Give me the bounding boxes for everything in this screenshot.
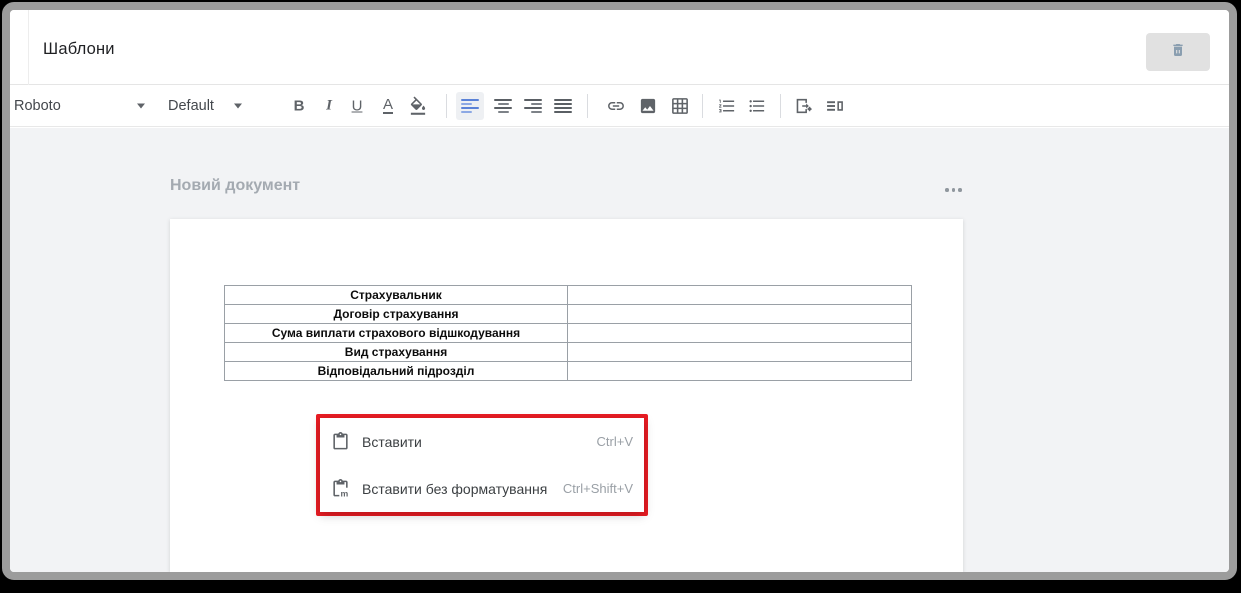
table-row: Сума виплати страхового відшкодування bbox=[224, 323, 912, 343]
table-row: Відповідальний підрозділ bbox=[224, 361, 912, 381]
trash-icon bbox=[1170, 42, 1186, 63]
table-cell-value[interactable] bbox=[567, 304, 912, 324]
table-cell-label[interactable]: Відповідальний підрозділ bbox=[224, 361, 568, 381]
insert-link-icon[interactable] bbox=[607, 97, 626, 116]
red-highlight-annotation: Вставити Ctrl+V m Вставити без форматува… bbox=[316, 414, 648, 516]
paragraph-style-select[interactable]: Default bbox=[168, 97, 214, 115]
align-left-icon bbox=[461, 99, 479, 113]
svg-text:m: m bbox=[341, 488, 349, 498]
insert-image-icon[interactable] bbox=[639, 97, 658, 116]
formatting-toolbar: Roboto Default B I U A bbox=[10, 86, 1229, 127]
menu-item-paste-without-formatting[interactable]: m Вставити без форматування Ctrl+Shift+V bbox=[320, 465, 644, 512]
document-page: Страхувальник Договір страхування Сума в… bbox=[170, 219, 963, 572]
insert-table-icon[interactable] bbox=[671, 97, 690, 116]
menu-item-label: Вставити без форматування bbox=[362, 480, 548, 497]
toolbar-divider bbox=[446, 94, 447, 118]
menu-item-label: Вставити bbox=[362, 433, 422, 450]
italic-button[interactable]: I bbox=[326, 98, 332, 115]
align-center-button[interactable] bbox=[489, 92, 517, 120]
paste-without-formatting-icon: m bbox=[333, 479, 350, 498]
text-color-button[interactable]: A bbox=[382, 97, 394, 114]
numbered-list-icon[interactable] bbox=[718, 97, 737, 116]
paragraph-style-value: Default bbox=[168, 98, 214, 114]
align-justify-button[interactable] bbox=[549, 92, 577, 120]
paste-context-menu: Вставити Ctrl+V m Вставити без форматува… bbox=[320, 418, 644, 512]
align-center-icon bbox=[494, 99, 512, 113]
menu-item-paste[interactable]: Вставити Ctrl+V bbox=[320, 418, 644, 465]
table-cell-label[interactable]: Сума виплати страхового відшкодування bbox=[224, 323, 568, 343]
chevron-down-icon bbox=[137, 103, 145, 109]
app-window: Шаблони Roboto Default B I U A Новий док… bbox=[2, 2, 1237, 580]
insurance-fields-table: Страхувальник Договір страхування Сума в… bbox=[224, 285, 912, 381]
align-left-button[interactable] bbox=[456, 92, 484, 120]
align-right-button[interactable] bbox=[519, 92, 547, 120]
table-cell-label[interactable]: Вид страхування bbox=[224, 342, 568, 362]
delete-template-button[interactable] bbox=[1146, 33, 1210, 71]
menu-item-shortcut: Ctrl+Shift+V bbox=[562, 481, 633, 496]
table-row: Страхувальник bbox=[224, 285, 912, 305]
export-page-icon[interactable] bbox=[794, 97, 813, 116]
table-cell-label[interactable]: Договір страхування bbox=[224, 304, 568, 324]
template-editor-canvas: Новий документ Страхувальник Договір стр… bbox=[10, 128, 1229, 572]
underline-button[interactable]: U bbox=[352, 98, 363, 115]
toolbar-divider bbox=[702, 94, 703, 118]
bold-button[interactable]: B bbox=[294, 98, 305, 115]
menu-item-shortcut: Ctrl+V bbox=[596, 434, 633, 449]
table-row: Вид страхування bbox=[224, 342, 912, 362]
table-cell-value[interactable] bbox=[567, 361, 912, 381]
text-wrap-icon[interactable] bbox=[826, 97, 845, 116]
table-cell-value[interactable] bbox=[567, 285, 912, 305]
toolbar-divider bbox=[587, 94, 588, 118]
toolbar-divider bbox=[780, 94, 781, 118]
document-title: Новий документ bbox=[170, 177, 301, 194]
title-bar: Шаблони bbox=[10, 10, 1229, 85]
three-dots-icon[interactable] bbox=[945, 188, 962, 192]
table-cell-label[interactable]: Страхувальник bbox=[224, 285, 568, 305]
page-title: Шаблони bbox=[43, 40, 115, 58]
align-justify-icon bbox=[554, 99, 572, 113]
title-gutter-divider bbox=[28, 10, 29, 85]
table-cell-value[interactable] bbox=[567, 342, 912, 362]
fill-color-icon[interactable] bbox=[409, 96, 428, 116]
table-row: Договір страхування bbox=[224, 304, 912, 324]
paste-icon bbox=[333, 432, 348, 450]
bulleted-list-icon[interactable] bbox=[748, 97, 767, 116]
chevron-down-icon bbox=[234, 103, 242, 109]
font-family-value: Roboto bbox=[14, 98, 61, 114]
font-family-select[interactable]: Roboto bbox=[14, 97, 61, 115]
align-right-icon bbox=[524, 99, 542, 113]
table-cell-value[interactable] bbox=[567, 323, 912, 343]
